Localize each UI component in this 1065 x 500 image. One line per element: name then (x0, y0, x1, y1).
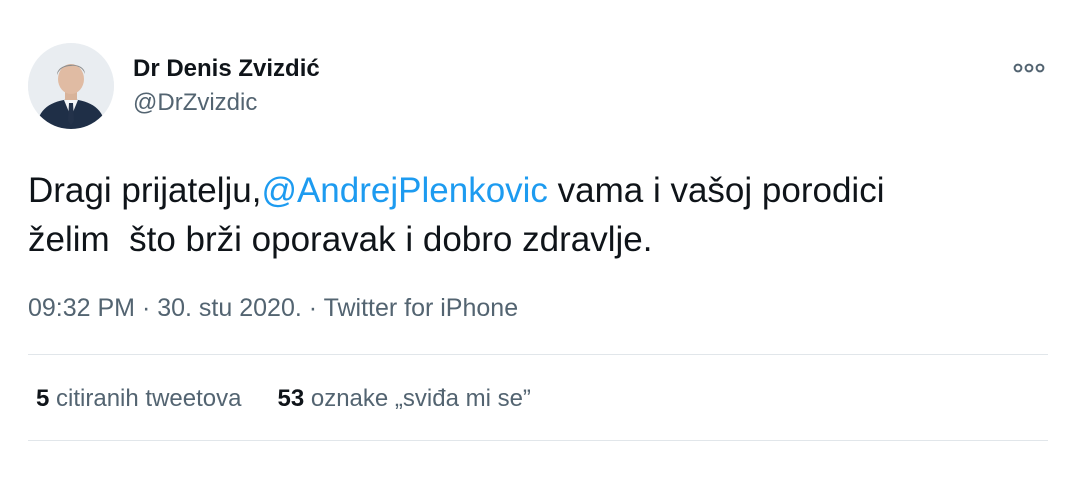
meta-separator: · (135, 294, 158, 322)
avatar[interactable] (28, 43, 114, 129)
tweet-metadata: 09:32 PM · 30. stu 2020. · Twitter for i… (28, 294, 518, 323)
author-handle[interactable]: @DrZvizdic (133, 89, 257, 117)
profile-photo-icon (28, 43, 114, 129)
divider-bottom (28, 440, 1048, 441)
likes-label: oznake „sviđa mi se” (310, 385, 531, 412)
tweet-date[interactable]: 30. stu 2020. (157, 294, 302, 322)
tweet-text: Dragi prijatelju,@AndrejPlenkovic vama i… (28, 166, 1048, 264)
mention-link[interactable]: @AndrejPlenkovic (261, 171, 548, 210)
tweet-text-line-2: želim što brži oporavak i dobro zdravlje… (28, 220, 653, 259)
likes-count: 53 (277, 385, 305, 412)
more-horizontal-icon (1013, 63, 1045, 73)
tweet-source-link[interactable]: Twitter for iPhone (324, 294, 519, 322)
divider-top (28, 354, 1048, 355)
meta-separator-2: · (301, 294, 324, 322)
more-options-button[interactable] (1012, 60, 1046, 76)
tweet-text-prefix: Dragi prijatelju, (28, 171, 262, 210)
likes-stat[interactable]: 53 oznake „sviđa mi se” (277, 385, 530, 413)
quote-tweets-stat[interactable]: 5 citiranih tweetova (36, 385, 241, 413)
quote-tweets-label: citiranih tweetova (56, 385, 242, 412)
tweet-text-suffix: vama i vašoj porodici (547, 171, 885, 210)
author-name[interactable]: Dr Denis Zvizdić (133, 55, 320, 83)
quote-tweets-count: 5 (36, 385, 50, 412)
tweet-card: Dr Denis Zvizdić @DrZvizdic Dragi prijat… (0, 0, 1065, 500)
tweet-text-line-1: Dragi prijatelju,@AndrejPlenkovic vama i… (28, 166, 1048, 215)
tweet-time[interactable]: 09:32 PM (28, 294, 135, 322)
tweet-stats: 5 citiranih tweetova 53 oznake „sviđa mi … (36, 385, 531, 413)
